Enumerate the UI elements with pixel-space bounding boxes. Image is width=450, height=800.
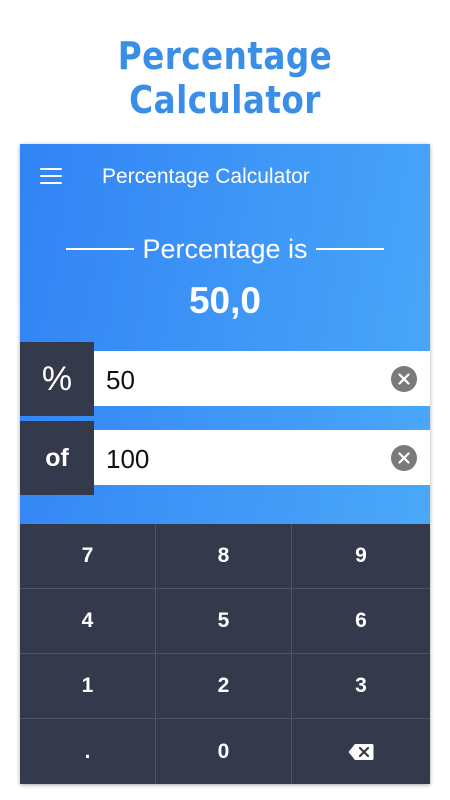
of-label: of	[20, 421, 94, 495]
percent-input-row: % 50	[20, 342, 430, 416]
close-icon	[398, 452, 410, 464]
percent-field-value[interactable]: 50	[106, 365, 135, 396]
promo-title: Percentage Calculator	[117, 34, 333, 122]
backspace-button[interactable]	[292, 719, 430, 784]
key-0[interactable]: 0	[156, 719, 292, 784]
clear-percent-button[interactable]	[391, 366, 417, 392]
app-screen: Percentage Calculator Percentage is 50,0…	[20, 144, 430, 784]
keypad: 7 8 9 4 5 6 1 2 3 . 0	[20, 524, 430, 784]
result-value: 50,0	[188, 280, 261, 321]
result-panel: Percentage Calculator Percentage is 50,0…	[20, 144, 430, 524]
key-4[interactable]: 4	[20, 589, 156, 654]
key-3[interactable]: 3	[292, 654, 430, 719]
app-bar-title: Percentage Calculator	[102, 165, 310, 188]
result-label: Percentage is	[142, 233, 308, 264]
key-7[interactable]: 7	[20, 524, 156, 589]
key-8[interactable]: 8	[156, 524, 292, 589]
key-decimal[interactable]: .	[20, 719, 156, 784]
key-5[interactable]: 5	[156, 589, 292, 654]
divider-line-right	[315, 248, 384, 250]
app-bar: Percentage Calculator	[20, 144, 430, 208]
percent-label: %	[20, 342, 94, 416]
key-9[interactable]: 9	[292, 524, 430, 589]
clear-of-button[interactable]	[391, 445, 417, 471]
of-input-row: of 100	[20, 421, 430, 495]
percent-field[interactable]: 50	[94, 351, 430, 406]
key-2[interactable]: 2	[156, 654, 292, 719]
key-1[interactable]: 1	[20, 654, 156, 719]
close-icon	[398, 373, 410, 385]
divider-line-left	[66, 248, 135, 250]
result-label-row: Percentage is	[20, 232, 430, 266]
backspace-icon	[348, 743, 374, 760]
of-field-value[interactable]: 100	[106, 444, 149, 475]
of-field[interactable]: 100	[94, 430, 430, 485]
key-6[interactable]: 6	[292, 589, 430, 654]
menu-icon[interactable]	[40, 168, 62, 184]
